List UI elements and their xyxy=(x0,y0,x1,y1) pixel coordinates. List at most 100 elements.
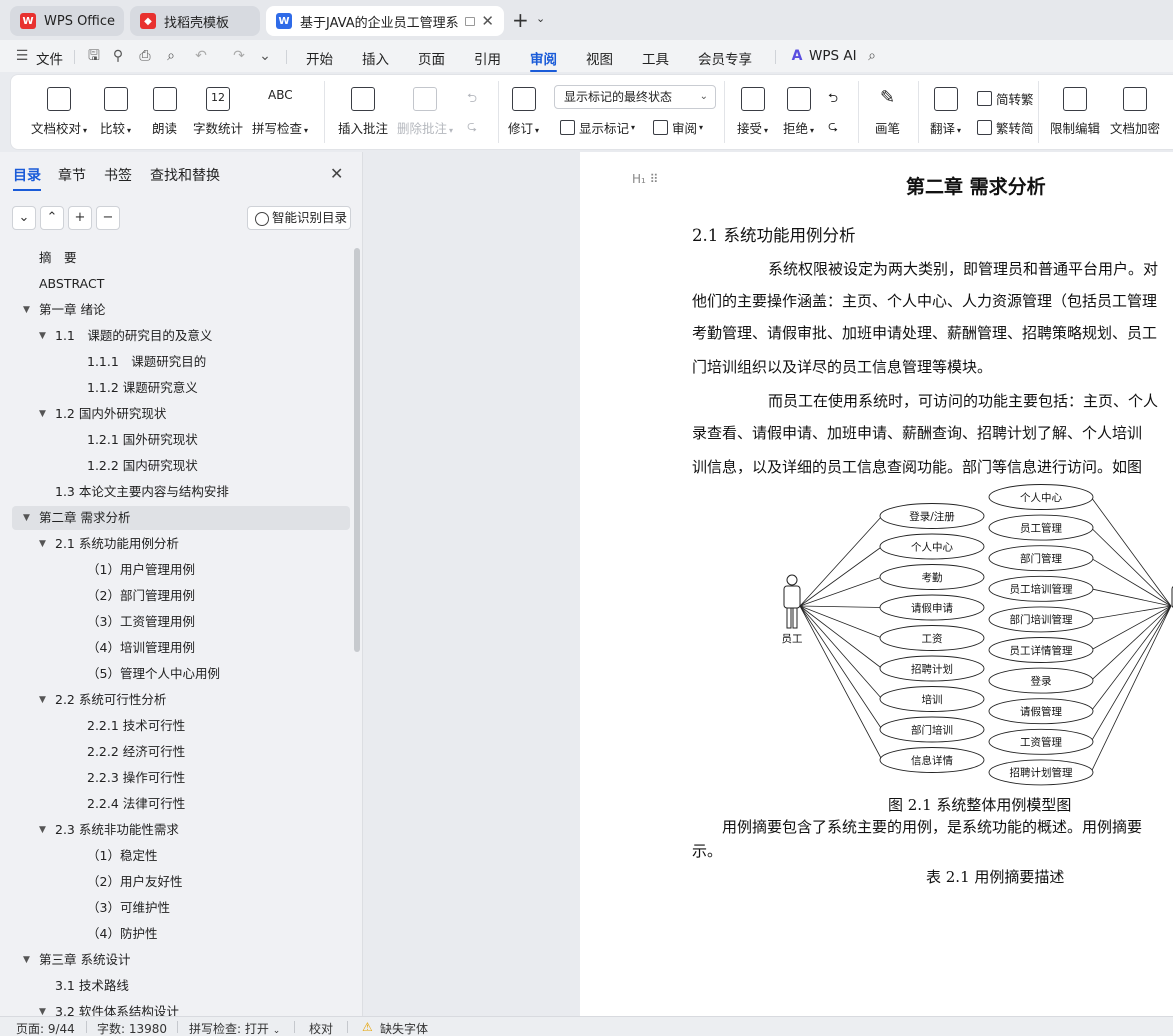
word-count-indicator[interactable]: 字数: 13980 xyxy=(97,1020,167,1036)
paragraph-handle-icon[interactable]: H₁ ⠿ xyxy=(632,172,658,186)
compare-button[interactable]: 比较 ▾ xyxy=(100,87,131,137)
menu-tools[interactable]: 工具 xyxy=(642,48,669,68)
expand-arrow-icon[interactable]: ▼ xyxy=(23,506,30,530)
hamburger-icon[interactable]: ☰ xyxy=(14,48,30,64)
menu-page[interactable]: 页面 xyxy=(418,48,445,68)
toc-item[interactable]: （3）可维护性 xyxy=(12,896,350,920)
expand-arrow-icon[interactable]: ▼ xyxy=(39,402,46,426)
insert-comment-button[interactable]: 插入批注 xyxy=(338,87,388,137)
print-icon[interactable]: ⎙ xyxy=(137,48,153,64)
save-icon[interactable]: 🖫 xyxy=(86,48,102,64)
next-change-icon[interactable]: ⮎ xyxy=(828,117,838,138)
toc-item[interactable]: （3）工资管理用例 xyxy=(12,610,350,634)
toc-item[interactable]: 3.1 技术路线 xyxy=(12,974,350,998)
expand-arrow-icon[interactable]: ▼ xyxy=(39,324,46,348)
tab-find-replace[interactable]: 查找和替换 xyxy=(150,165,220,185)
toc-item[interactable]: ▼ 第三章 系统设计 xyxy=(12,948,350,972)
menu-insert[interactable]: 插入 xyxy=(362,48,389,68)
spell-check-button[interactable]: ABC 拼写检查 ▾ xyxy=(252,87,308,137)
toc-item[interactable]: ▼ 3.2 软件体系结构设计 xyxy=(12,1000,350,1016)
document-page[interactable]: H₁ ⠿ 第二章 需求分析 2.1 系统功能用例分析 系统权限被设定为两大类别，… xyxy=(580,152,1173,1016)
toc-item[interactable]: （2）用户友好性 xyxy=(12,870,350,894)
tab-toc[interactable]: 目录 xyxy=(13,165,41,191)
review-pane-button[interactable]: 审阅 ▾ xyxy=(653,118,703,137)
wps-ai-icon[interactable]: A xyxy=(789,48,805,64)
reject-button[interactable]: 拒绝 ▾ xyxy=(783,87,814,137)
toc-item[interactable]: 1.2.1 国外研究现状 xyxy=(12,428,350,452)
toc-item[interactable]: ▼ 2.3 系统非功能性需求 xyxy=(12,818,350,842)
tab-bookmarks[interactable]: 书签 xyxy=(104,165,132,185)
toc-item[interactable]: 摘 要 xyxy=(12,246,350,270)
tab-docer[interactable]: ◆ 找稻壳模板 xyxy=(130,6,260,36)
page-indicator[interactable]: 页面: 9/44 xyxy=(16,1020,75,1036)
menu-home[interactable]: 开始 xyxy=(306,48,333,68)
track-changes-button[interactable]: 修订 ▾ xyxy=(508,87,539,137)
toc-item[interactable]: ▼ 1.2 国内外研究现状 xyxy=(12,402,350,426)
toc-item[interactable]: （1）稳定性 xyxy=(12,844,350,868)
close-tab-icon[interactable]: ✕ xyxy=(475,12,494,30)
menu-member[interactable]: 会员专享 xyxy=(698,48,752,68)
tab-wps-office[interactable]: W WPS Office xyxy=(10,6,124,36)
expand-arrow-icon[interactable]: ▼ xyxy=(39,818,46,842)
accept-button[interactable]: 接受 ▾ xyxy=(737,87,768,137)
toc-item[interactable]: 2.2.3 操作可行性 xyxy=(12,766,350,790)
collapse-up-icon[interactable]: ⌃ xyxy=(40,206,64,230)
print-preview-icon[interactable]: ⌕ xyxy=(163,48,179,64)
expand-arrow-icon[interactable]: ▼ xyxy=(39,532,46,556)
menu-reference[interactable]: 引用 xyxy=(474,48,501,68)
toc-item[interactable]: 1.1.1 课题研究目的 xyxy=(12,350,350,374)
toc-item[interactable]: （4）防护性 xyxy=(12,922,350,946)
restrict-edit-button[interactable]: 限制编辑 xyxy=(1050,87,1100,137)
word-count-button[interactable]: 12 字数统计 xyxy=(193,87,243,137)
close-icon[interactable]: ✕ xyxy=(330,164,343,183)
new-tab-icon[interactable]: + xyxy=(512,8,529,32)
toc-item[interactable]: （4）培训管理用例 xyxy=(12,636,350,660)
toc-item[interactable]: ABSTRACT xyxy=(12,272,350,296)
collapse-down-icon[interactable]: ⌄ xyxy=(12,206,36,230)
chevron-down-icon[interactable]: ⌄ xyxy=(536,12,545,25)
missing-font-status[interactable]: 缺失字体 xyxy=(380,1020,428,1036)
scrollbar-thumb[interactable] xyxy=(354,248,360,652)
toc-item[interactable]: （1）用户管理用例 xyxy=(12,558,350,582)
toc-item[interactable]: ▼ 第一章 绪论 xyxy=(12,298,350,322)
chevron-down-icon[interactable]: ⌄ xyxy=(257,48,273,64)
prev-change-icon[interactable]: ⮌ xyxy=(828,89,838,110)
tab-chapters[interactable]: 章节 xyxy=(58,165,86,185)
menu-view[interactable]: 视图 xyxy=(586,48,613,68)
toc-item[interactable]: 2.2.4 法律可行性 xyxy=(12,792,350,816)
redo-icon[interactable]: ↷ xyxy=(231,48,247,64)
next-comment-icon[interactable]: ⮎ xyxy=(467,117,477,138)
toc-item[interactable]: （5）管理个人中心用例 xyxy=(12,662,350,686)
toc-item[interactable]: ▼ 2.2 系统可行性分析 xyxy=(12,688,350,712)
toc-item[interactable]: 1.3 本论文主要内容与结构安排 xyxy=(12,480,350,504)
add-heading-icon[interactable]: + xyxy=(68,206,92,230)
pen-button[interactable]: ✎ 画笔 xyxy=(875,87,900,137)
share-icon[interactable]: ⚲ xyxy=(110,48,126,64)
monitor-icon[interactable] xyxy=(465,16,476,26)
show-markup-button[interactable]: 显示标记 ▾ xyxy=(560,118,635,137)
read-aloud-button[interactable]: 朗读 xyxy=(152,87,177,137)
undo-icon[interactable]: ↶ xyxy=(193,48,209,64)
menu-review[interactable]: 审阅 xyxy=(530,48,557,72)
toc-item[interactable]: 2.2.1 技术可行性 xyxy=(12,714,350,738)
search-icon[interactable]: ⌕ xyxy=(864,48,880,64)
tab-document[interactable]: W 基于JAVA的企业员工管理系统 ✕ xyxy=(266,6,504,36)
toc-item[interactable]: （2）部门管理用例 xyxy=(12,584,350,608)
spell-check-status[interactable]: 拼写检查: 打开 ⌄ xyxy=(189,1020,280,1036)
to-simplified-button[interactable]: 繁转简 xyxy=(977,118,1034,137)
expand-arrow-icon[interactable]: ▼ xyxy=(39,688,46,712)
expand-arrow-icon[interactable]: ▼ xyxy=(39,1000,46,1016)
proof-status[interactable]: 校对 xyxy=(309,1020,333,1036)
doc-check-button[interactable]: 文档校对 ▾ xyxy=(31,87,87,137)
menu-file[interactable]: 文件 xyxy=(36,48,63,68)
delete-comment-button[interactable]: 删除批注 ▾ xyxy=(397,87,453,137)
expand-arrow-icon[interactable]: ▼ xyxy=(23,298,30,322)
toc-item[interactable]: ▼ 1.1 课题的研究目的及意义 xyxy=(12,324,350,348)
markup-state-select[interactable]: 显示标记的最终状态 ⌄ xyxy=(554,85,716,109)
toc-item[interactable]: 1.2.2 国内研究现状 xyxy=(12,454,350,478)
toc-item[interactable]: ▼ 2.1 系统功能用例分析 xyxy=(12,532,350,556)
toc-item[interactable]: 2.2.2 经济可行性 xyxy=(12,740,350,764)
menu-wps-ai[interactable]: WPS AI xyxy=(809,48,857,64)
to-traditional-button[interactable]: 简转繁 xyxy=(977,89,1034,108)
remove-heading-icon[interactable]: − xyxy=(96,206,120,230)
